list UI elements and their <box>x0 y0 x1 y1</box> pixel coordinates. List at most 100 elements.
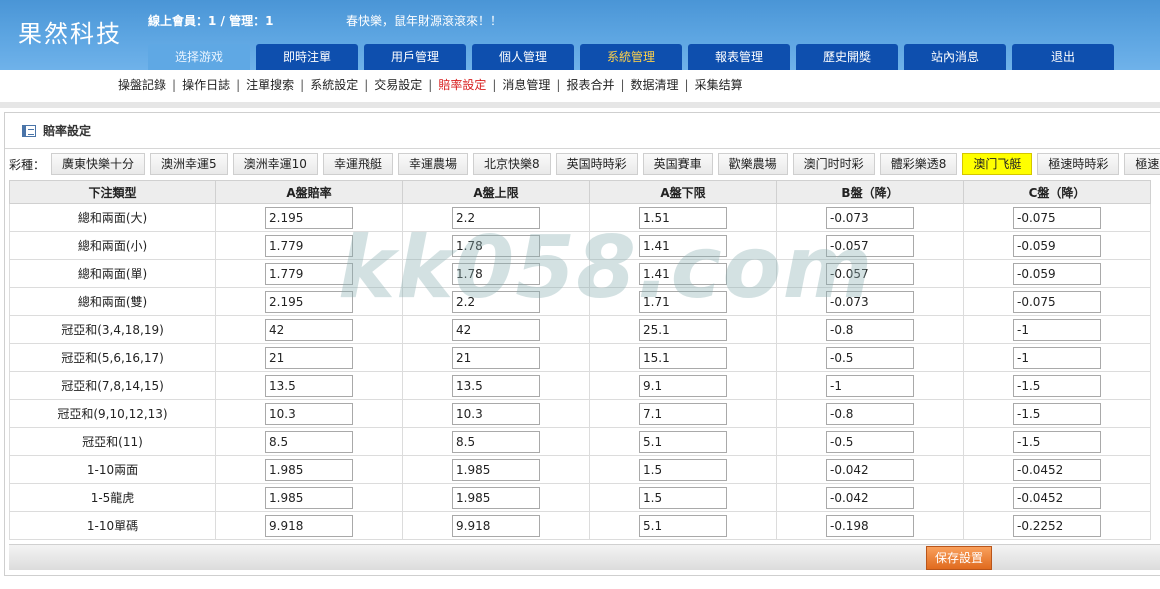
subnav-link-6[interactable]: 消息管理 <box>502 78 550 92</box>
odds-input[interactable] <box>639 458 727 481</box>
odds-input[interactable] <box>826 374 914 397</box>
nav-tab-0[interactable]: 选择游戏 <box>148 44 250 70</box>
lottery-type-button[interactable]: 英国賽車 <box>642 153 713 175</box>
odds-input[interactable] <box>265 458 353 481</box>
odds-input[interactable] <box>265 514 353 537</box>
odds-input[interactable] <box>452 458 540 481</box>
lottery-type-button[interactable]: 澳门飞艇 <box>962 153 1033 175</box>
odds-input[interactable] <box>452 514 540 537</box>
odds-input[interactable] <box>639 514 727 537</box>
odds-input[interactable] <box>1013 262 1101 285</box>
odds-input[interactable] <box>826 234 914 257</box>
lottery-type-button[interactable]: 英国時時彩 <box>555 153 638 175</box>
lottery-type-button[interactable]: 幸運飛艇 <box>322 153 393 175</box>
nav-tab-4[interactable]: 系統管理 <box>580 44 682 70</box>
odds-input[interactable] <box>452 486 540 509</box>
odds-input[interactable] <box>639 318 727 341</box>
odds-input[interactable] <box>639 234 727 257</box>
odds-input[interactable] <box>639 206 727 229</box>
subnav-link-3[interactable]: 系統設定 <box>310 78 358 92</box>
odds-input[interactable] <box>826 262 914 285</box>
nav-tab-6[interactable]: 歷史開獎 <box>796 44 898 70</box>
odds-input[interactable] <box>452 290 540 313</box>
odds-cell <box>402 259 590 288</box>
subnav-link-4[interactable]: 交易設定 <box>374 78 422 92</box>
odds-input[interactable] <box>1013 206 1101 229</box>
odds-input[interactable] <box>452 206 540 229</box>
odds-cell <box>402 287 590 316</box>
odds-input[interactable] <box>265 234 353 257</box>
odds-input[interactable] <box>1013 402 1101 425</box>
odds-input[interactable] <box>265 206 353 229</box>
odds-input[interactable] <box>826 430 914 453</box>
lottery-type-button[interactable]: 北京快樂8 <box>472 153 551 175</box>
odds-input[interactable] <box>452 262 540 285</box>
table-row: 1-10單碼 <box>9 511 1151 540</box>
odds-input[interactable] <box>265 318 353 341</box>
odds-input[interactable] <box>826 402 914 425</box>
odds-input[interactable] <box>452 374 540 397</box>
odds-input[interactable] <box>826 290 914 313</box>
odds-input[interactable] <box>452 318 540 341</box>
odds-input[interactable] <box>452 402 540 425</box>
odds-input[interactable] <box>265 290 353 313</box>
lottery-type-button[interactable]: 澳洲幸運5 <box>150 153 228 175</box>
nav-tab-3[interactable]: 個人管理 <box>472 44 574 70</box>
odds-input[interactable] <box>826 514 914 537</box>
odds-input[interactable] <box>1013 374 1101 397</box>
save-button[interactable]: 保存設置 <box>926 546 992 570</box>
odds-input[interactable] <box>639 430 727 453</box>
odds-input[interactable] <box>265 430 353 453</box>
odds-input[interactable] <box>639 346 727 369</box>
lottery-type-button[interactable]: 幸運農場 <box>397 153 468 175</box>
lottery-type-button[interactable]: 澳门时时彩 <box>792 153 875 175</box>
odds-input[interactable] <box>265 402 353 425</box>
lottery-type-button[interactable]: 極速賽車 <box>1124 153 1160 175</box>
odds-cell <box>402 343 590 372</box>
odds-input[interactable] <box>1013 430 1101 453</box>
odds-input[interactable] <box>1013 514 1101 537</box>
odds-input[interactable] <box>265 486 353 509</box>
odds-input[interactable] <box>1013 486 1101 509</box>
odds-input[interactable] <box>1013 318 1101 341</box>
odds-input[interactable] <box>265 374 353 397</box>
nav-tab-8[interactable]: 退出 <box>1012 44 1114 70</box>
nav-tab-5[interactable]: 報表管理 <box>688 44 790 70</box>
odds-input[interactable] <box>1013 290 1101 313</box>
nav-tab-1[interactable]: 即時注單 <box>256 44 358 70</box>
odds-input[interactable] <box>826 458 914 481</box>
odds-input[interactable] <box>639 402 727 425</box>
nav-tab-2[interactable]: 用戶管理 <box>364 44 466 70</box>
nav-tab-7[interactable]: 站內消息 <box>904 44 1006 70</box>
main-nav: 选择游戏 即時注單 用戶管理 個人管理 系統管理 報表管理 歷史開獎 站內消息 退出 <box>148 44 1120 70</box>
odds-input[interactable] <box>826 318 914 341</box>
odds-input[interactable] <box>265 346 353 369</box>
subnav-link-1[interactable]: 操作日誌 <box>182 78 230 92</box>
odds-input[interactable] <box>639 486 727 509</box>
subnav-link-9[interactable]: 采集结算 <box>695 78 743 92</box>
odds-input[interactable] <box>826 346 914 369</box>
odds-input[interactable] <box>639 262 727 285</box>
subnav-link-7[interactable]: 报表合并 <box>566 78 614 92</box>
subnav-link-5[interactable]: 賠率設定 <box>438 78 486 92</box>
odds-input[interactable] <box>1013 234 1101 257</box>
odds-input[interactable] <box>452 234 540 257</box>
subnav-link-2[interactable]: 注單搜索 <box>246 78 294 92</box>
odds-input[interactable] <box>452 346 540 369</box>
odds-input[interactable] <box>1013 458 1101 481</box>
odds-input[interactable] <box>639 290 727 313</box>
bet-type-cell: 冠亞和(9,10,12,13) <box>9 399 216 428</box>
odds-input[interactable] <box>1013 346 1101 369</box>
lottery-type-button[interactable]: 體彩樂透8 <box>879 153 958 175</box>
lottery-type-button[interactable]: 極速時時彩 <box>1037 153 1120 175</box>
odds-input[interactable] <box>265 262 353 285</box>
odds-input[interactable] <box>826 486 914 509</box>
lottery-type-button[interactable]: 廣東快樂十分 <box>51 153 146 175</box>
odds-input[interactable] <box>639 374 727 397</box>
odds-input[interactable] <box>826 206 914 229</box>
subnav-link-8[interactable]: 数据清理 <box>631 78 679 92</box>
lottery-type-button[interactable]: 澳洲幸運10 <box>232 153 318 175</box>
lottery-type-button[interactable]: 歡樂農場 <box>717 153 788 175</box>
odds-input[interactable] <box>452 430 540 453</box>
subnav-link-0[interactable]: 操盤記錄 <box>118 78 166 92</box>
